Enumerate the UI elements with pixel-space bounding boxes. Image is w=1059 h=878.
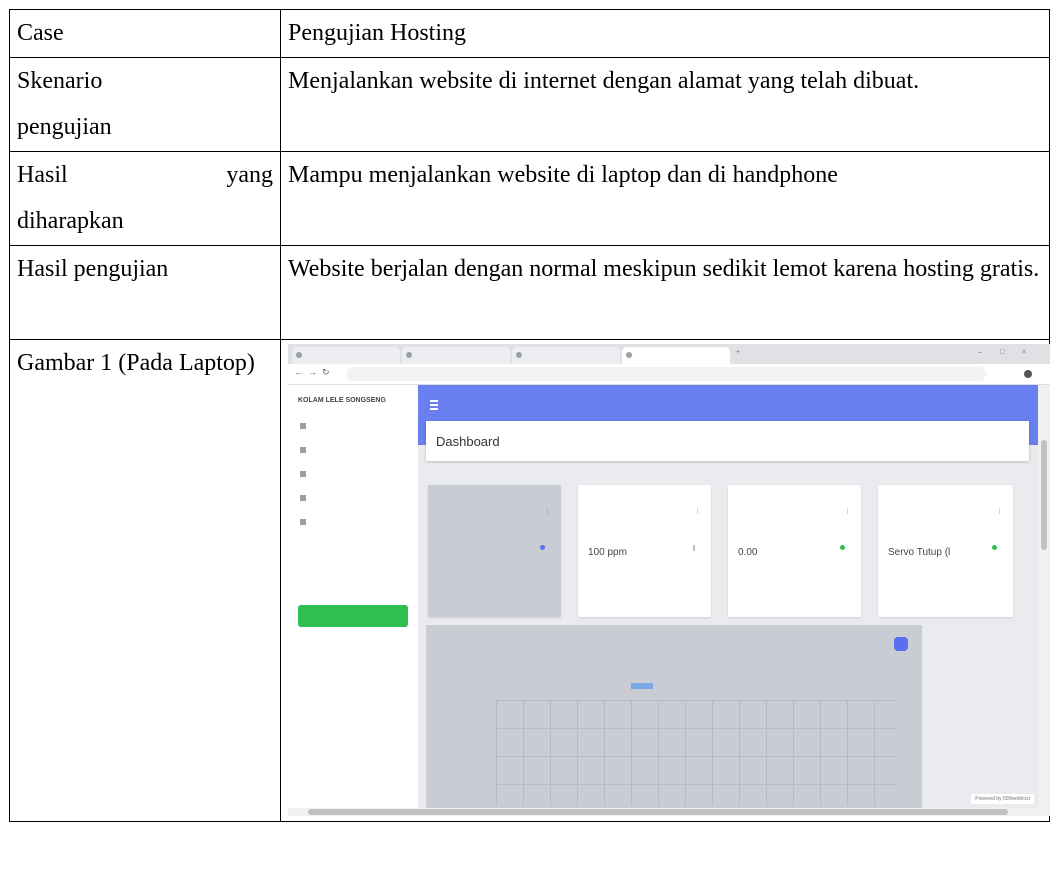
minimize-icon: – xyxy=(978,349,982,356)
browser-tab xyxy=(512,347,620,364)
card-status-icon xyxy=(992,545,997,550)
url-field xyxy=(346,367,986,381)
row-case-label: Case xyxy=(9,9,281,58)
card-menu-icon: ⋮ xyxy=(844,508,851,515)
row-expected-value: Mampu menjalankan website di laptop dan … xyxy=(280,151,1050,246)
back-icon: ← xyxy=(294,367,303,377)
row-result-label: Hasil pengujian xyxy=(9,245,281,340)
browser-tab xyxy=(402,347,510,364)
new-tab-icon: + xyxy=(736,349,741,356)
card-status-icon xyxy=(840,545,845,550)
stat-card-servo: ⋮ Servo Tutup (l xyxy=(878,485,1013,617)
expected-label-line2: diharapkan xyxy=(17,208,124,234)
horizontal-scrollbar xyxy=(288,808,1038,816)
chart-toggle-button xyxy=(894,637,908,651)
row-expected-label: Hasil yang diharapkan xyxy=(9,151,281,246)
row-scenario-value: Menjalankan website di internet dengan a… xyxy=(280,57,1050,152)
sidebar-item xyxy=(300,519,316,526)
sidebar-item xyxy=(300,495,316,502)
row-figure-cell: + – □ × ← → ↻ KOLAM LELE SONGSENG Dashbo… xyxy=(280,339,1050,822)
tab-favicon-icon xyxy=(296,352,302,358)
test-case-table: Case Pengujian Hosting Skenario pengujia… xyxy=(9,9,1050,822)
row-figure-label: Gambar 1 (Pada Laptop) xyxy=(9,339,281,822)
tab-favicon-icon xyxy=(516,352,522,358)
expected-label-word-a: Hasil xyxy=(17,162,68,188)
page-title: Dashboard xyxy=(436,434,500,449)
legend-swatch xyxy=(631,683,653,689)
scenario-label-line1: Skenario xyxy=(17,68,103,94)
row-result-value: Website berjalan dengan normal meskipun … xyxy=(280,245,1050,340)
stat-card-water-quality: ⋮ 100 ppm xyxy=(578,485,711,617)
row-case-value: Pengujian Hosting xyxy=(280,9,1050,58)
card-status-icon xyxy=(693,545,695,551)
browser-address-bar: ← → ↻ xyxy=(288,364,1050,385)
browser-tab xyxy=(292,347,400,364)
card-value: Servo Tutup (l xyxy=(888,547,951,558)
sidebar-brand: KOLAM LELE SONGSENG xyxy=(298,397,386,404)
tab-favicon-icon xyxy=(406,352,412,358)
expected-label-word-b: yang xyxy=(226,162,273,188)
card-value: 100 ppm xyxy=(588,547,627,558)
card-menu-icon: ⋮ xyxy=(996,508,1003,515)
stat-card-ph: ⋮ 0.00 xyxy=(728,485,861,617)
profile-avatar-icon xyxy=(1024,370,1032,378)
water-icon xyxy=(300,471,306,478)
forward-icon: → xyxy=(308,367,317,377)
card-menu-icon: ⋮ xyxy=(544,508,551,515)
expected-label-line1: Hasil yang xyxy=(17,152,273,198)
scrollbar-thumb xyxy=(308,809,1008,815)
page-title-card: Dashboard xyxy=(426,421,1029,461)
chart-grid xyxy=(496,700,896,806)
scrollbar-thumb xyxy=(1041,440,1047,550)
dashboard-icon xyxy=(300,423,306,430)
hosting-badge: Powered by 000webhost xyxy=(971,794,1034,804)
sidebar-action-button xyxy=(298,605,408,627)
settings-icon xyxy=(300,519,306,526)
reload-icon: ↻ xyxy=(322,367,330,377)
browser-tab-active xyxy=(622,347,730,364)
sidebar-item xyxy=(300,471,316,478)
chart-panel xyxy=(426,625,922,816)
row-scenario-label: Skenario pengujian xyxy=(9,57,281,152)
close-icon: × xyxy=(1022,349,1027,356)
browser-tab-bar: + – □ × xyxy=(288,344,1050,364)
laptop-screenshot: + – □ × ← → ↻ KOLAM LELE SONGSENG Dashbo… xyxy=(288,344,1050,816)
servo-icon xyxy=(300,495,306,502)
vertical-scrollbar xyxy=(1038,385,1050,816)
app-sidebar: KOLAM LELE SONGSENG xyxy=(288,385,418,816)
maximize-icon: □ xyxy=(1000,349,1005,356)
hamburger-icon xyxy=(430,400,438,410)
card-status-icon xyxy=(540,545,545,550)
data-icon xyxy=(300,447,306,454)
card-menu-icon: ⋮ xyxy=(694,508,701,515)
sidebar-item xyxy=(300,423,316,430)
card-value: 0.00 xyxy=(738,547,758,558)
scenario-label-line2: pengujian xyxy=(17,114,112,140)
stat-card-temperature: ⋮ xyxy=(428,485,561,617)
tab-favicon-icon xyxy=(626,352,632,358)
sidebar-item xyxy=(300,447,316,454)
